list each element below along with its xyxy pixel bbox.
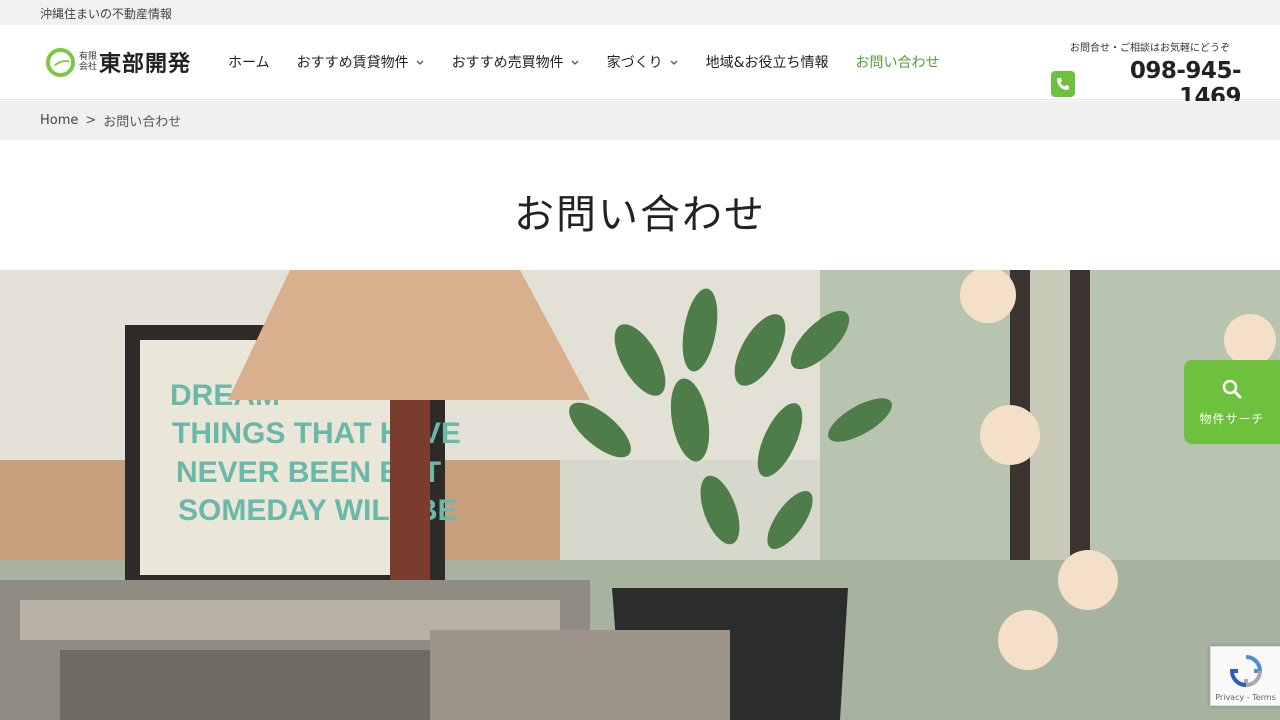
chevron-down-icon [670,60,678,65]
logo-mark-icon [46,47,75,77]
search-icon [1222,379,1242,399]
property-search-tab[interactable]: 物件サーチ [1184,360,1280,444]
page-title-area: お問い合わせ [0,140,1280,270]
hero-image: DREAM THINGS THAT HAVE NEVER BEEN BUT SO… [0,270,1280,720]
nav-item-local-info[interactable]: 地域&お役立ち情報 [706,52,829,72]
nav-item-contact[interactable]: お問い合わせ [856,52,940,72]
property-search-label: 物件サーチ [1199,412,1265,426]
site-tagline: 沖縄住まいの不動産情報 [40,7,173,21]
logo-company-type: 有限 会社 [79,52,98,72]
breadcrumb-home[interactable]: Home [40,113,78,128]
breadcrumb-separator: > [85,113,97,128]
nav-item-house-building[interactable]: 家づくり [607,52,679,72]
main-nav: ホーム おすすめ賃貸物件 おすすめ売買物件 家づくり 地域&お役立ち情報 お問い… [228,25,967,99]
chevron-down-icon [416,60,424,65]
nav-item-sale[interactable]: おすすめ売買物件 [452,52,580,72]
top-bar: 沖縄住まいの不動産情報 [0,0,1280,25]
chevron-down-icon [571,60,579,65]
site-logo[interactable]: 有限 会社 東部開発 [46,46,191,78]
header-contact: お問合せ・ご相談はお気軽にどうぞ 098-945-1469 [1051,39,1241,110]
recaptcha-links[interactable]: Privacy - Terms [1211,693,1280,702]
site-header: 有限 会社 東部開発 ホーム おすすめ賃貸物件 おすすめ売買物件 家づくり 地域… [0,25,1280,110]
breadcrumb: Home > お問い合わせ [0,101,1280,140]
logo-company-name: 東部開発 [99,52,192,77]
hero-photo-illustration: DREAM THINGS THAT HAVE NEVER BEEN BUT SO… [0,270,1280,720]
phone-icon [1051,71,1076,97]
breadcrumb-current: お問い合わせ [103,115,182,130]
nav-item-home[interactable]: ホーム [228,52,270,72]
nav-item-rental[interactable]: おすすめ賃貸物件 [297,52,425,72]
contact-note: お問合せ・ご相談はお気軽にどうぞ [1070,43,1230,54]
recaptcha-icon [1229,655,1263,688]
recaptcha-badge[interactable]: Privacy - Terms [1210,646,1280,706]
page-title: お問い合わせ [514,192,766,238]
